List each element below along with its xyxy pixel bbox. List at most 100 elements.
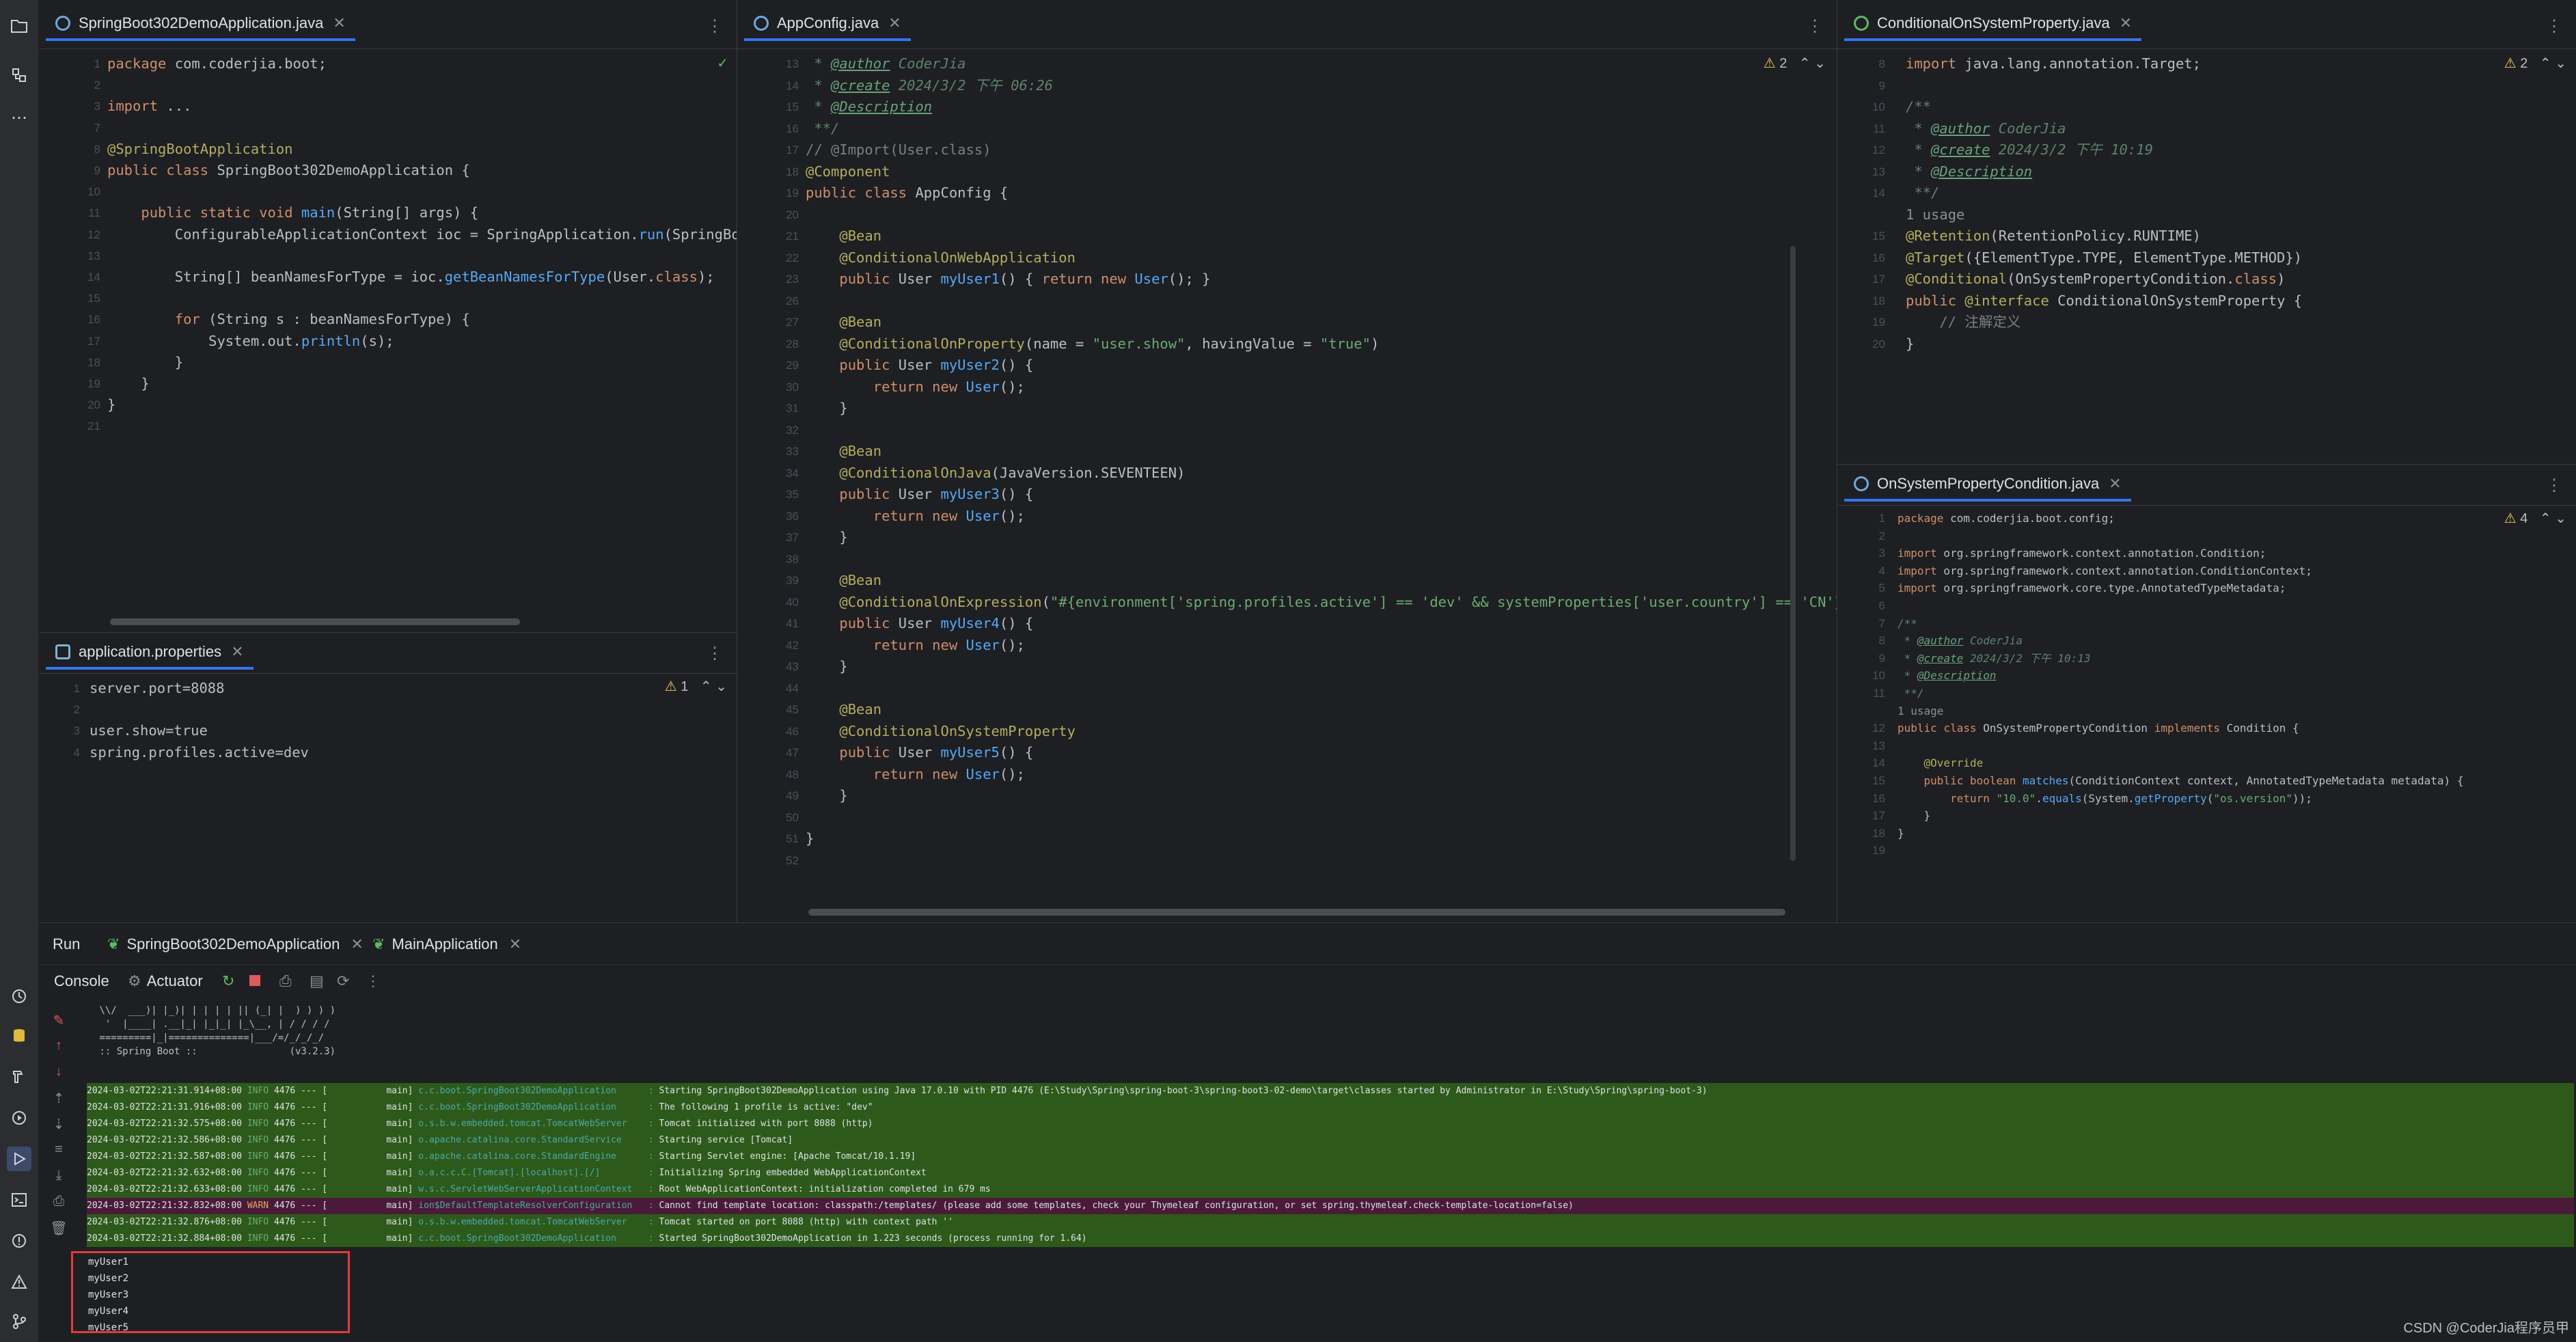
annotation-icon	[1854, 16, 1869, 31]
log-ts: 2024-03-02T22:21:32.587+08:00	[87, 1151, 247, 1162]
down-icon[interactable]: ↓	[50, 1064, 68, 1082]
tab-application-properties[interactable]: application.properties ✕	[46, 637, 254, 670]
code-area[interactable]: * @author CoderJia * @create 2024/3/2 下午…	[806, 49, 1837, 922]
code-line: /**	[1906, 98, 1932, 115]
code-line: }	[1897, 809, 1931, 823]
tab-conditional-on-system-property[interactable]: ConditionalOnSystemProperty.java ✕	[1844, 8, 2142, 41]
log-lvl: INFO	[247, 1233, 274, 1244]
code-line: return new User();	[873, 636, 1025, 653]
close-icon[interactable]: ✕	[509, 935, 521, 953]
tab-appconfig[interactable]: AppConfig.java ✕	[744, 8, 911, 41]
log-lvl: INFO	[247, 1151, 274, 1162]
line-number: 4	[73, 745, 80, 759]
log-cls: w.s.c.ServletWebServerApplicationContext…	[418, 1184, 659, 1194]
log-cls: c.c.boot.SpringBoot302DemoApplication :	[418, 1233, 659, 1244]
code-line: import org.springframework.context.annot…	[1897, 547, 2266, 560]
horizontal-scrollbar[interactable]	[110, 618, 520, 625]
close-icon[interactable]: ✕	[888, 14, 901, 32]
editor-pane-condition: OnSystemPropertyCondition.java ✕ ⋮ ⚠ 4 ⌃…	[1837, 465, 2576, 922]
close-icon[interactable]: ✕	[231, 643, 243, 661]
code-line: public User myUser5() {	[839, 744, 1034, 761]
close-icon[interactable]: ✕	[2120, 14, 2132, 32]
problems-icon[interactable]	[7, 1229, 31, 1253]
close-icon[interactable]: ✕	[351, 935, 363, 953]
line-number: 47	[786, 746, 799, 759]
code-line: public User myUser3() {	[839, 486, 1034, 502]
line-number: 16	[87, 313, 100, 327]
kebab-menu-icon[interactable]: ⋮	[2546, 476, 2562, 495]
editor-tabbar: AppConfig.java ✕ ⋮	[737, 0, 1837, 49]
tool-window-strip: ⋯	[0, 0, 39, 1342]
tab-console[interactable]: Console	[54, 972, 109, 990]
kebab-menu-icon[interactable]: ⋮	[2546, 16, 2562, 36]
tab-on-system-property-condition[interactable]: OnSystemPropertyCondition.java ✕	[1844, 469, 2131, 502]
scroll-up-icon[interactable]: ⇡	[50, 1090, 68, 1108]
more-icon[interactable]: ⋯	[7, 105, 31, 130]
tab-actuator[interactable]: ⚙ Actuator	[128, 972, 203, 990]
code-area[interactable]: server.port=8088 user.show=true spring.pro…	[90, 674, 737, 922]
stop-icon[interactable]	[249, 972, 260, 990]
code-area[interactable]: package com.coderjia.boot.config; import …	[1897, 506, 2576, 922]
run-config-icon[interactable]	[7, 1106, 31, 1130]
dump-icon[interactable]: ▤	[310, 972, 324, 990]
code-line: * @author CoderJia	[806, 55, 966, 72]
horizontal-scrollbar[interactable]	[808, 909, 1785, 916]
code-line: }	[806, 400, 848, 416]
kebab-menu-icon[interactable]: ⋮	[707, 16, 723, 36]
close-icon[interactable]: ✕	[2109, 475, 2121, 493]
tab-main-application[interactable]: SpringBoot302DemoApplication.java ✕	[46, 8, 355, 41]
run-tab-label: MainApplication	[392, 935, 498, 953]
structure-icon[interactable]	[7, 63, 31, 87]
camera-icon[interactable]: ⎙	[279, 972, 292, 990]
git-icon[interactable]	[7, 1309, 31, 1334]
code-area[interactable]: import java.lang.annotation.Target; /** *…	[1906, 49, 2576, 464]
log-cls: ion$DefaultTemplateResolverConfiguration…	[418, 1201, 659, 1211]
code-line: return new User();	[873, 765, 1025, 782]
log-row: 2024-03-02T22:21:32.876+08:00 INFO 4476 …	[87, 1214, 2574, 1231]
soft-wrap-icon[interactable]: ≡	[50, 1142, 68, 1160]
properties-file-icon	[55, 644, 70, 659]
restore-icon[interactable]: ⟳	[337, 972, 349, 990]
trash-icon[interactable]: 🗑	[50, 1220, 68, 1237]
log-ts: 2024-03-02T22:21:32.575+08:00	[87, 1119, 247, 1129]
vertical-scrollbar[interactable]	[1790, 246, 1796, 861]
services-icon[interactable]	[7, 984, 31, 1009]
close-icon[interactable]: ✕	[333, 14, 345, 32]
terminal-icon[interactable]	[7, 1188, 31, 1212]
line-number: 17	[786, 143, 799, 156]
more-icon[interactable]: ⋮	[366, 972, 381, 990]
line-number: 30	[786, 380, 799, 394]
log-row: 2024-03-02T22:21:32.884+08:00 INFO 4476 …	[87, 1231, 2574, 1247]
print-icon[interactable]: ⎙	[50, 1194, 68, 1211]
kebab-menu-icon[interactable]: ⋮	[707, 644, 723, 663]
line-number: 3	[73, 724, 80, 738]
code-line: @ConditionalOnJava(JavaVersion.SEVENTEEN…	[839, 464, 1186, 481]
code-line: public static void main(String[] args) {	[141, 204, 479, 221]
code-line: * @Description	[806, 98, 933, 115]
database-icon[interactable]	[7, 1024, 31, 1048]
line-number: 15	[1872, 774, 1885, 787]
run-tab-secondary[interactable]: ❦ MainApplication ✕	[372, 935, 521, 953]
up-icon[interactable]: ↑	[50, 1038, 68, 1056]
clear-icon[interactable]: ✎	[50, 1012, 68, 1030]
folder-icon[interactable]	[7, 14, 31, 38]
scroll-down-icon[interactable]: ⇣	[50, 1116, 68, 1134]
editor-tabbar: application.properties ✕ ⋮	[39, 633, 737, 674]
scroll-end-icon[interactable]: ⤓	[50, 1168, 68, 1186]
run-active-icon[interactable]	[7, 1147, 31, 1171]
log-pid: 4476 --- [	[273, 1119, 328, 1129]
log-ts: 2024-03-02T22:21:32.884+08:00	[87, 1233, 247, 1244]
warning-icon[interactable]	[7, 1270, 31, 1294]
line-number: 21	[87, 420, 100, 433]
code-area[interactable]: package com.coderjia.boot; import ... @Spr…	[107, 49, 737, 632]
rerun-icon[interactable]: ↻	[222, 972, 234, 990]
code-line: user.show=true	[90, 722, 208, 739]
log-row: 2024-03-02T22:21:32.832+08:00 WARN 4476 …	[87, 1198, 2574, 1214]
log-thread: main]	[327, 1184, 419, 1194]
kebab-menu-icon[interactable]: ⋮	[1807, 16, 1823, 36]
build-icon[interactable]	[7, 1065, 31, 1089]
code-line: }	[107, 353, 184, 370]
code-line: return new User();	[873, 378, 1025, 395]
code-line: }	[806, 787, 848, 804]
run-tab-main-application[interactable]: ❦ SpringBoot302DemoApplication ✕	[107, 935, 364, 953]
